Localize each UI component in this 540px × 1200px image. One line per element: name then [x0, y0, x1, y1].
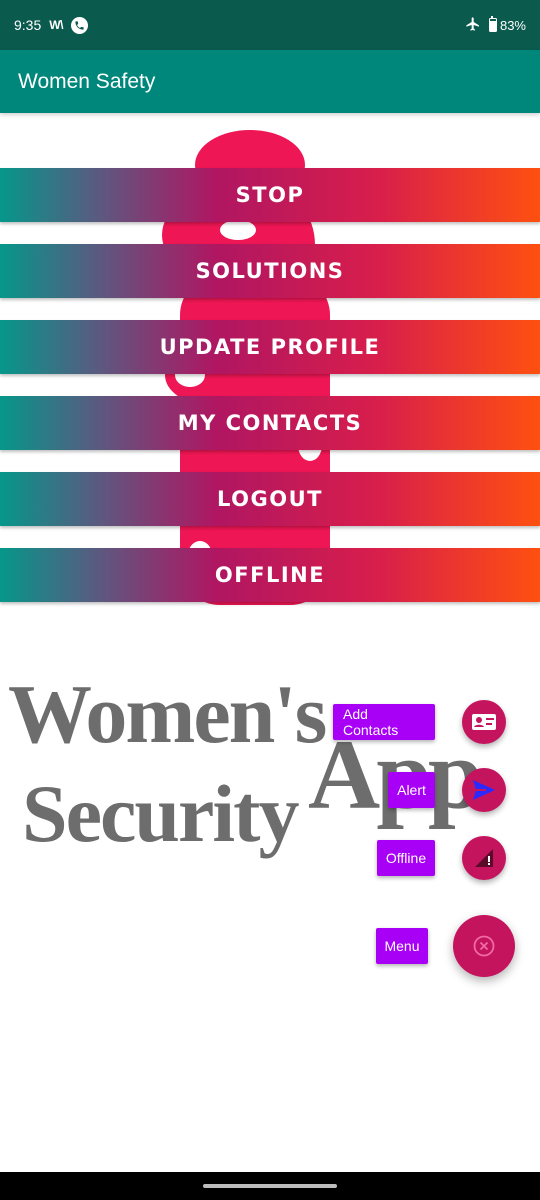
- offline-button[interactable]: OFFLINE: [0, 548, 540, 602]
- wifi-calling-icon: W\: [49, 18, 63, 32]
- send-icon: [473, 780, 495, 800]
- logo-line-womens: Women's: [8, 668, 327, 761]
- womens-security-app-logo: Women's App Security: [0, 673, 540, 933]
- offline-button-label: OFFLINE: [214, 563, 326, 587]
- system-nav-bar: [0, 1172, 540, 1200]
- status-right: 83%: [465, 15, 526, 35]
- offline-fab[interactable]: [462, 836, 506, 880]
- add-contacts-fab-label[interactable]: Add Contacts: [333, 704, 435, 740]
- logo-line-security: Security: [22, 768, 299, 859]
- stop-button[interactable]: STOP: [0, 168, 540, 222]
- offline-label-text: Offline: [385, 850, 427, 866]
- status-time: 9:35: [14, 17, 42, 33]
- battery-percent: 83%: [499, 17, 526, 33]
- alert-fab[interactable]: [462, 768, 506, 812]
- my-contacts-button-label: MY CONTACTS: [177, 411, 363, 435]
- alert-fab-label[interactable]: Alert: [388, 772, 435, 808]
- phone-icon: [70, 16, 88, 34]
- solutions-button-label: SOLUTIONS: [195, 259, 345, 283]
- add-contacts-fab[interactable]: [462, 700, 506, 744]
- update-profile-button[interactable]: UPDATE PROFILE: [0, 320, 540, 374]
- app-title: Women Safety: [18, 69, 156, 93]
- solutions-button[interactable]: SOLUTIONS: [0, 244, 540, 298]
- logout-button[interactable]: LOGOUT: [0, 472, 540, 526]
- battery-icon: [488, 15, 497, 32]
- signal-off-icon: [475, 849, 493, 867]
- stop-button-label: STOP: [235, 183, 305, 207]
- home-gesture-handle[interactable]: [203, 1184, 337, 1188]
- status-left: 9:35 W\: [14, 16, 88, 34]
- app-bar: Women Safety: [0, 50, 540, 113]
- update-profile-button-label: UPDATE PROFILE: [159, 335, 381, 359]
- main-content: Women's App Security STOP SOLUTIONS UPDA…: [0, 113, 540, 1172]
- status-bar: 9:35 W\ 83%: [0, 0, 540, 50]
- airplane-icon: [465, 16, 481, 35]
- offline-fab-label[interactable]: Offline: [377, 840, 435, 876]
- menu-label-text: Menu: [384, 938, 420, 954]
- logout-button-label: LOGOUT: [217, 487, 323, 511]
- my-contacts-button[interactable]: MY CONTACTS: [0, 396, 540, 450]
- battery-group: 83%: [488, 15, 526, 33]
- contact-card-icon: [472, 714, 496, 730]
- close-circle-icon: [473, 935, 495, 957]
- menu-fab-label[interactable]: Menu: [376, 928, 428, 964]
- alert-label-text: Alert: [397, 782, 426, 798]
- menu-fab[interactable]: [453, 915, 515, 977]
- add-contacts-label-text: Add Contacts: [343, 706, 399, 738]
